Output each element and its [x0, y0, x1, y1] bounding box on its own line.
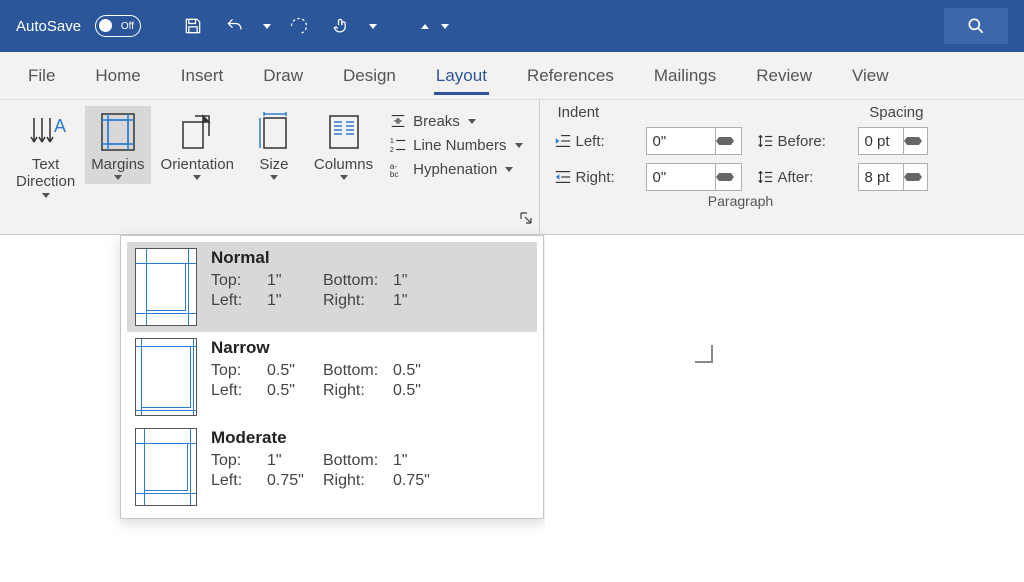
spacing-after-icon: [756, 168, 774, 186]
tab-references[interactable]: References: [507, 52, 634, 99]
paragraph-group-name: Paragraph: [554, 193, 928, 211]
indent-right-input[interactable]: [646, 163, 742, 191]
spacing-before-label: Before:: [756, 132, 846, 150]
svg-text:2: 2: [390, 145, 394, 154]
margins-dropdown-menu: NormalTop:1"Bottom:1"Left:1"Right:1"Narr…: [120, 235, 544, 519]
spacing-header: Spacing: [869, 104, 923, 121]
svg-text:A: A: [54, 116, 66, 136]
size-button[interactable]: Size: [244, 106, 304, 184]
spinner-down[interactable]: [716, 141, 734, 154]
chevron-down-icon: [270, 175, 278, 180]
columns-button[interactable]: Columns: [308, 106, 379, 184]
chevron-down-icon: [193, 175, 201, 180]
chevron-down-icon: [515, 143, 523, 148]
spacing-after-input[interactable]: [858, 163, 928, 191]
breaks-label: Breaks: [413, 113, 460, 130]
ribbon: A Text Direction Margins Orien: [0, 100, 1024, 235]
spinner-up[interactable]: [716, 128, 734, 141]
touch-mode-icon[interactable]: [327, 12, 355, 40]
page-setup-launcher[interactable]: [519, 211, 533, 228]
svg-text:1: 1: [390, 136, 394, 145]
size-icon: [252, 110, 296, 154]
tab-mailings[interactable]: Mailings: [634, 52, 736, 99]
size-label: Size: [259, 156, 288, 173]
touch-dropdown-icon[interactable]: [369, 24, 377, 29]
tab-layout[interactable]: Layout: [416, 52, 507, 99]
chevron-down-icon: [468, 119, 476, 124]
tab-review[interactable]: Review: [736, 52, 832, 99]
orientation-icon: [175, 110, 219, 154]
margin-option-name: Moderate: [211, 428, 529, 448]
title-bar: AutoSave Off: [0, 0, 1024, 52]
spinner-down[interactable]: [716, 177, 734, 190]
line-numbers-button[interactable]: 12 Line Numbers: [383, 134, 528, 156]
ribbon-tabs: File Home Insert Draw Design Layout Refe…: [0, 52, 1024, 100]
search-button[interactable]: [944, 8, 1008, 44]
margins-button[interactable]: Margins: [85, 106, 150, 184]
undo-icon[interactable]: [221, 12, 249, 40]
tab-view[interactable]: View: [832, 52, 909, 99]
spinner-up[interactable]: [904, 128, 922, 141]
chevron-down-icon: [340, 175, 348, 180]
columns-icon: [322, 110, 366, 154]
tab-draw[interactable]: Draw: [243, 52, 323, 99]
indent-right-icon: [554, 168, 572, 186]
qat-customize-icon[interactable]: [421, 24, 429, 29]
indent-left-icon: [554, 132, 572, 150]
svg-text:bc: bc: [390, 170, 399, 178]
indent-left-label: Left:: [554, 132, 634, 150]
search-icon: [966, 16, 986, 36]
margin-option-narrow[interactable]: NarrowTop:0.5"Bottom:0.5"Left:0.5"Right:…: [127, 332, 537, 422]
spinner-up[interactable]: [904, 164, 922, 177]
margin-option-normal[interactable]: NormalTop:1"Bottom:1"Left:1"Right:1": [127, 242, 537, 332]
spinner-down[interactable]: [904, 177, 922, 190]
margins-label: Margins: [91, 156, 144, 173]
orientation-label: Orientation: [161, 156, 234, 173]
document-area[interactable]: [545, 235, 1024, 582]
columns-label: Columns: [314, 156, 373, 173]
tab-home[interactable]: Home: [75, 52, 160, 99]
save-icon[interactable]: [179, 12, 207, 40]
chevron-down-icon: [505, 167, 513, 172]
orientation-button[interactable]: Orientation: [155, 106, 240, 184]
hyphenation-label: Hyphenation: [413, 161, 497, 178]
breaks-icon: [389, 112, 407, 130]
chevron-down-icon: [114, 175, 122, 180]
indent-right-label: Right:: [554, 168, 634, 186]
chevron-down-icon: [42, 193, 50, 198]
hyphenation-icon: a-bc: [389, 160, 407, 178]
margin-option-name: Normal: [211, 248, 529, 268]
line-numbers-icon: 12: [389, 136, 407, 154]
spinner-down[interactable]: [904, 141, 922, 154]
margin-option-moderate[interactable]: ModerateTop:1"Bottom:1"Left:0.75"Right:0…: [127, 422, 537, 512]
autosave-state: Off: [121, 21, 134, 32]
margins-icon: [96, 110, 140, 154]
indent-header: Indent: [558, 104, 600, 121]
autosave-label: AutoSave: [16, 18, 81, 35]
undo-dropdown-icon[interactable]: [263, 24, 271, 29]
page-corner-mark: [695, 345, 713, 363]
text-direction-label: Text Direction: [16, 156, 75, 191]
spacing-before-icon: [756, 132, 774, 150]
redo-icon[interactable]: [285, 12, 313, 40]
breaks-button[interactable]: Breaks: [383, 110, 528, 132]
spacing-after-label: After:: [756, 168, 846, 186]
hyphenation-button[interactable]: a-bc Hyphenation: [383, 158, 528, 180]
margin-option-name: Narrow: [211, 338, 529, 358]
qat-overflow-icon[interactable]: [441, 24, 449, 29]
autosave-toggle[interactable]: Off: [95, 15, 141, 37]
spinner-up[interactable]: [716, 164, 734, 177]
tab-file[interactable]: File: [8, 52, 75, 99]
text-direction-button[interactable]: A Text Direction: [10, 106, 81, 202]
indent-left-input[interactable]: [646, 127, 742, 155]
tab-design[interactable]: Design: [323, 52, 416, 99]
text-direction-icon: A: [24, 110, 68, 154]
spacing-before-input[interactable]: [858, 127, 928, 155]
line-numbers-label: Line Numbers: [413, 137, 506, 154]
tab-insert[interactable]: Insert: [161, 52, 244, 99]
